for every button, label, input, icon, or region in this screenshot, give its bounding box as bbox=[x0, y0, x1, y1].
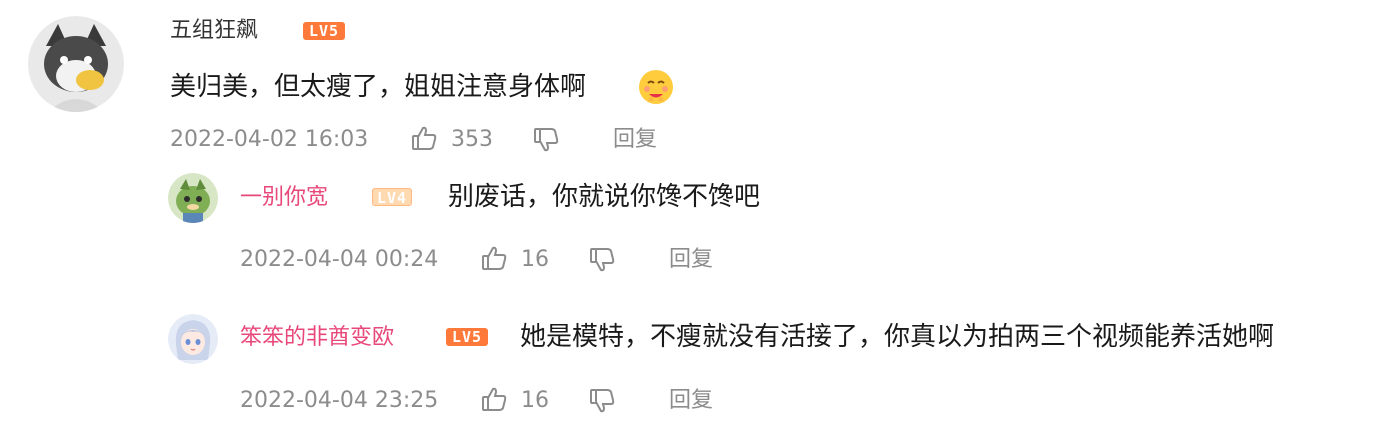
reply-button[interactable]: 回复 bbox=[669, 246, 713, 274]
avatar[interactable] bbox=[28, 16, 124, 112]
comment-text-body: 美归美，但太瘦了，姐姐注意身体啊 bbox=[170, 72, 587, 102]
reply-time: 2022-04-04 00:24 bbox=[240, 247, 439, 272]
reply-time: 2022-04-04 23:25 bbox=[240, 388, 439, 413]
reply-text: 别废话，你就说你馋不馋吧 bbox=[448, 182, 761, 212]
like-thumb-up-icon[interactable] bbox=[480, 385, 508, 413]
avatar[interactable] bbox=[168, 314, 218, 364]
comment-text: 美归美，但太瘦了，姐姐注意身体啊 bbox=[170, 70, 586, 104]
like-thumb-up-icon[interactable] bbox=[480, 244, 508, 272]
reply-button[interactable]: 回复 bbox=[613, 126, 657, 154]
comment-username[interactable]: 五组狂飙 bbox=[170, 17, 258, 45]
reply-username[interactable]: 一别你宽 bbox=[240, 184, 328, 212]
like-count: 16 bbox=[521, 388, 549, 413]
gray-dog-avatar-icon bbox=[28, 16, 124, 112]
anime-girl-avatar-icon bbox=[168, 314, 218, 364]
like-thumb-up-icon[interactable] bbox=[410, 124, 438, 152]
avatar[interactable] bbox=[168, 173, 218, 223]
reply-username[interactable]: 笨笨的非酋变欧 bbox=[240, 324, 394, 352]
level-badge: LV4 bbox=[372, 188, 412, 207]
dislike-thumb-down-icon[interactable] bbox=[532, 126, 560, 154]
reply-text: 她是模特，不瘦就没有活接了，你真以为拍两三个视频能养活她啊 bbox=[520, 322, 1275, 352]
like-count: 16 bbox=[521, 247, 549, 272]
level-badge: LV5 bbox=[446, 328, 488, 346]
green-creature-avatar-icon bbox=[168, 173, 218, 223]
like-count: 353 bbox=[451, 127, 493, 152]
level-badge: LV5 bbox=[303, 22, 345, 40]
hugging-face-emoji-icon bbox=[636, 67, 676, 107]
reply-button[interactable]: 回复 bbox=[669, 387, 713, 415]
comment-time: 2022-04-02 16:03 bbox=[170, 127, 369, 152]
dislike-thumb-down-icon[interactable] bbox=[588, 246, 616, 274]
dislike-thumb-down-icon[interactable] bbox=[588, 387, 616, 415]
